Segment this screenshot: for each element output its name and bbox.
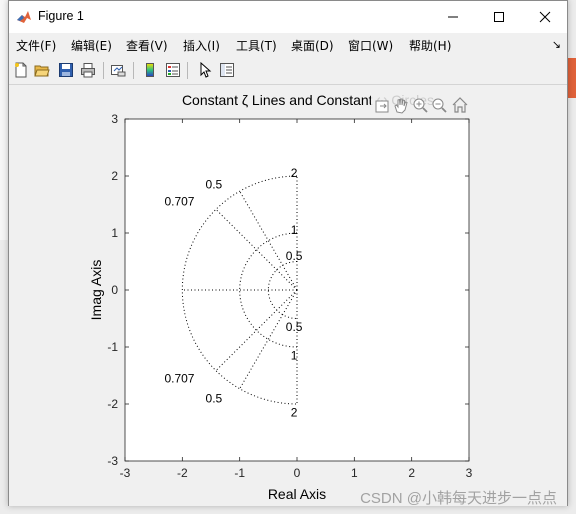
close-icon — [539, 11, 551, 22]
window-title: Figure 1 — [38, 9, 84, 23]
csdn-watermark: CSDN @小韩每天进步一点点 — [360, 490, 557, 506]
y-axis-label: Imag Axis — [88, 260, 104, 321]
axes-toolbar — [371, 95, 475, 117]
maximize-icon — [494, 11, 504, 22]
property-inspector-icon[interactable] — [218, 61, 236, 79]
menu-edit[interactable]: 编辑(E) — [71, 37, 112, 54]
print-icon[interactable] — [79, 61, 97, 79]
export-icon[interactable] — [375, 100, 389, 113]
menu-bar: 文件(F) 编辑(E) 查看(V) 插入(I) 工具(T) 桌面(D) 窗口(W… — [9, 33, 567, 57]
matlab-logo-icon — [16, 9, 32, 25]
root-locus-plot: -3 -2 -1 0 1 2 3 -3 -2 -1 0 1 2 3 2 1 0.5 0.5 1 2 0.5 0.707 0… — [88, 92, 557, 507]
minimize-button[interactable] — [430, 1, 476, 32]
omega-label: 0.5 — [286, 320, 303, 334]
minimize-icon — [448, 16, 458, 17]
x-tick-label: -1 — [234, 466, 245, 480]
menu-tools[interactable]: 工具(T) — [236, 37, 277, 54]
zeta-label: 0.5 — [206, 391, 223, 405]
y-tick-label: 0 — [111, 283, 118, 297]
y-tick-label: 1 — [111, 226, 118, 240]
y-tick-label: 2 — [111, 169, 118, 183]
omega-label: 1 — [291, 223, 298, 237]
x-tick-label: 0 — [294, 466, 301, 480]
title-bar: Figure 1 — [9, 1, 567, 32]
omega-label: 2 — [291, 406, 298, 420]
insert-colorbar-icon[interactable] — [141, 61, 159, 79]
background-accent — [568, 58, 576, 98]
y-tick-label: 3 — [111, 112, 118, 126]
new-figure-icon[interactable] — [12, 61, 30, 79]
save-icon[interactable] — [57, 61, 75, 79]
menu-insert[interactable]: 插入(I) — [183, 37, 220, 54]
x-tick-label: -2 — [177, 466, 188, 480]
menu-desktop[interactable]: 桌面(D) — [291, 37, 334, 54]
close-button[interactable] — [522, 1, 568, 32]
omega-label: 0.5 — [286, 249, 303, 263]
menu-window[interactable]: 窗口(W) — [348, 37, 393, 54]
menu-view[interactable]: 查看(V) — [126, 37, 168, 54]
menu-help[interactable]: 帮助(H) — [409, 37, 451, 54]
edit-plot-arrow-icon[interactable] — [196, 61, 214, 79]
x-tick-label: 1 — [351, 466, 358, 480]
y-tick-label: -3 — [107, 454, 118, 468]
background-panel — [0, 0, 8, 240]
menu-overflow-arrow-icon[interactable]: ↘ — [552, 38, 561, 51]
link-plot-icon[interactable] — [109, 61, 127, 79]
x-tick-label: -3 — [120, 466, 131, 480]
x-tick-label: 3 — [466, 466, 473, 480]
y-tick-label: -1 — [107, 340, 118, 354]
zeta-label: 0.707 — [164, 195, 194, 209]
figure-toolbar — [9, 57, 567, 85]
x-axis-label: Real Axis — [268, 486, 326, 502]
x-tick-label: 2 — [408, 466, 415, 480]
zeta-label: 0.707 — [164, 371, 194, 385]
y-tick-label: -2 — [107, 397, 118, 411]
menu-file[interactable]: 文件(F) — [16, 37, 56, 54]
zeta-label: 0.5 — [206, 178, 223, 192]
figure-window: Figure 1 文件(F) 编辑(E) 查看(V) 插入(I) 工具(T) 桌… — [8, 0, 568, 507]
omega-label: 2 — [291, 166, 298, 180]
figure-canvas: -3 -2 -1 0 1 2 3 -3 -2 -1 0 1 2 3 2 1 0.5 0.5 1 2 0.5 0.707 0… — [9, 85, 567, 507]
open-file-icon[interactable] — [33, 61, 51, 79]
omega-label: 1 — [291, 349, 298, 363]
insert-legend-icon[interactable] — [164, 61, 182, 79]
maximize-button[interactable] — [476, 1, 522, 32]
